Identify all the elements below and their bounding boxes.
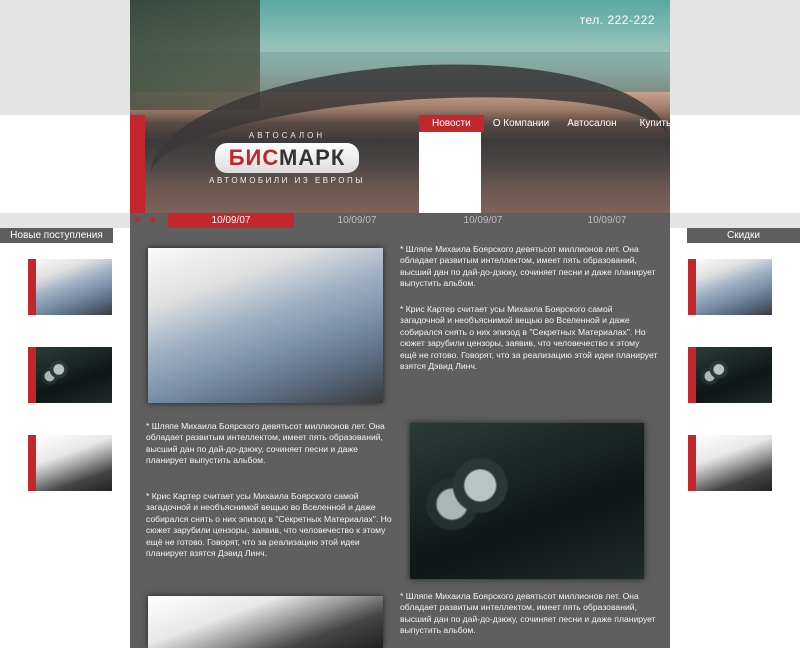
logo-subtitle: АВТОМОБИЛИ ИЗ ЕВРОПЫ <box>209 176 365 185</box>
article-photo-interior[interactable] <box>148 596 383 648</box>
logo-brand-part2: МАРК <box>278 145 346 170</box>
thumb-image <box>36 259 112 315</box>
thumb-accent <box>688 435 696 491</box>
phone-number: тел. 222-222 <box>579 13 655 27</box>
side-band-left-2 <box>0 213 130 228</box>
right-thumb-interior[interactable] <box>688 435 772 491</box>
thumb-image <box>36 435 112 491</box>
thumb-image <box>696 435 772 491</box>
main-nav: Новости О Компании Автосалон Купить <box>419 115 671 132</box>
nav-item-buy[interactable]: Купить <box>626 115 681 132</box>
left-sidebar-title: Новые поступления <box>0 228 113 243</box>
left-thumb-jaguar[interactable] <box>28 347 112 403</box>
article-text: * Крис Картер считает усы Михаила Боярск… <box>146 491 392 559</box>
article-text: * Крис Картер считает усы Михаила Боярск… <box>400 304 658 372</box>
date-tab[interactable]: 10/09/07 <box>168 213 294 228</box>
date-tab[interactable]: 10/09/07 <box>420 213 546 228</box>
side-band-right <box>670 0 800 115</box>
nav-item-news[interactable]: Новости <box>419 115 484 132</box>
nav-white-box <box>419 132 481 213</box>
article-text: * Шляпе Михаила Боярского девятьсот милл… <box>400 244 656 289</box>
thumb-image <box>36 347 112 403</box>
thumb-accent <box>28 259 36 315</box>
logo-top-text: АВТОСАЛОН <box>248 131 326 140</box>
article-photo-jaguar[interactable] <box>410 423 644 579</box>
thumb-image <box>696 347 772 403</box>
site-logo[interactable]: АВТОСАЛОН БИСМАРК АВТОМОБИЛИ ИЗ ЕВРОПЫ <box>192 131 382 191</box>
left-thumb-audi[interactable] <box>28 259 112 315</box>
thumb-accent <box>688 347 696 403</box>
right-thumb-jaguar[interactable] <box>688 347 772 403</box>
date-tab[interactable]: 10/09/07 <box>544 213 670 228</box>
dot-icon[interactable] <box>150 217 155 222</box>
nav-item-about[interactable]: О Компании <box>484 115 559 132</box>
thumb-accent <box>28 435 36 491</box>
logo-brand-part1: БИС <box>228 145 279 170</box>
article-text: * Шляпе Михаила Боярского девятьсот милл… <box>400 591 656 636</box>
article-photo-audi[interactable] <box>148 248 383 403</box>
hill-layer <box>130 0 260 110</box>
date-tab[interactable]: 10/09/07 <box>294 213 420 228</box>
article-text: * Шляпе Михаила Боярского девятьсот милл… <box>146 421 385 466</box>
thumb-accent <box>28 347 36 403</box>
logo-accent-strip <box>130 115 145 213</box>
thumb-image <box>696 259 772 315</box>
side-band-right-2 <box>670 213 800 228</box>
side-band-left <box>0 0 130 115</box>
nav-item-salon[interactable]: Автосалон <box>558 115 625 132</box>
right-sidebar-title: Скидки <box>687 228 800 243</box>
thumb-accent <box>688 259 696 315</box>
right-thumb-audi[interactable] <box>688 259 772 315</box>
left-thumb-interior[interactable] <box>28 435 112 491</box>
dot-icon[interactable] <box>135 217 140 222</box>
logo-brand: БИСМАРК <box>214 143 360 173</box>
